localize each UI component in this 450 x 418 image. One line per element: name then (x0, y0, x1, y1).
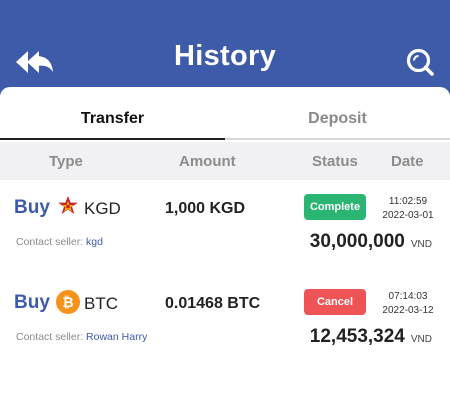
column-header-date: Date (391, 153, 424, 170)
tab-deposit[interactable]: Deposit (225, 87, 450, 140)
transaction-amount: 0.01468 BTC (165, 295, 261, 312)
column-header-status: Status (312, 153, 358, 170)
total-value: 30,000,000 (309, 231, 405, 252)
app-header: History (0, 0, 450, 95)
transaction-type: Buy (14, 292, 50, 313)
page-title: History (173, 40, 276, 72)
kgd-coin-icon (58, 196, 78, 214)
transaction-date: 2022-03-01 (382, 210, 434, 221)
transaction-date: 2022-03-12 (382, 305, 434, 316)
coin-code: KGD (84, 199, 121, 218)
transaction-datetime: 07:14:03 2022-03-12 (380, 290, 436, 318)
transaction-amount: 1,000 KGD (165, 200, 246, 217)
total-value: 12,453,324 (309, 326, 405, 347)
seller-name-link[interactable]: kgd (86, 236, 103, 248)
contact-seller: Contact seller: Rowan Harry (16, 331, 147, 343)
tab-transfer[interactable]: Transfer (0, 87, 225, 140)
currency-label: VND (410, 334, 432, 345)
bitcoin-icon: ₿ (56, 290, 80, 314)
contact-seller: Contact seller: kgd (16, 236, 103, 248)
contact-seller-label: Contact seller: (16, 331, 84, 343)
tab-bar: Transfer Deposit (0, 87, 450, 140)
status-badge: Cancel (304, 289, 366, 315)
coin-code: BTC (84, 294, 118, 313)
history-row[interactable]: Buy ₿ BTC 0.01468 BTC Cancel 07:14:03 20… (0, 275, 450, 370)
history-row[interactable]: Buy KGD 1,000 KGD Complete 11:02:59 2022… (0, 180, 450, 275)
seller-name-link[interactable]: Rowan Harry (86, 331, 147, 343)
column-header-amount: Amount (179, 153, 236, 170)
column-header-type: Type (49, 153, 83, 170)
currency-label: VND (410, 239, 432, 250)
transaction-type: Buy (14, 197, 50, 218)
status-badge: Complete (304, 194, 366, 220)
transaction-total: 12,453,324 VND (310, 326, 432, 348)
history-panel: Transfer Deposit Type Amount Status Date… (0, 87, 450, 418)
transaction-time: 07:14:03 (388, 291, 428, 302)
transaction-total: 30,000,000 VND (310, 231, 432, 253)
search-icon[interactable] (405, 47, 435, 77)
svg-text:₿: ₿ (62, 295, 73, 311)
column-headers: Type Amount Status Date (0, 142, 450, 180)
contact-seller-label: Contact seller: (16, 236, 84, 248)
transaction-time: 11:02:59 (388, 196, 428, 207)
transaction-datetime: 11:02:59 2022-03-01 (380, 195, 436, 223)
